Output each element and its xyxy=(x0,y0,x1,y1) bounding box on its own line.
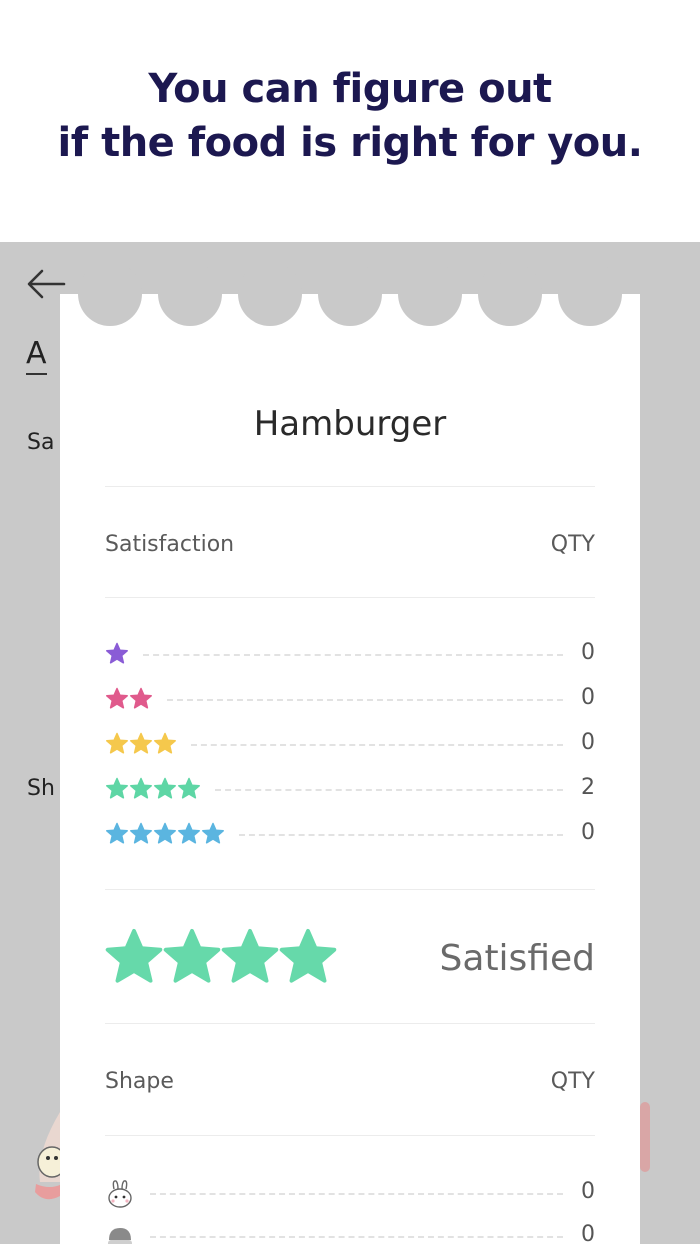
star-icon xyxy=(130,732,152,754)
food-name: Hamburger xyxy=(253,404,447,444)
rating-stars xyxy=(105,642,129,668)
app-screen: A Sa Sh Hamburger Satisfaction QTY 0 0 0 2 0… xyxy=(0,242,700,1244)
divider xyxy=(105,1023,595,1024)
divider xyxy=(105,597,595,598)
star-icon xyxy=(154,822,176,844)
star-icon xyxy=(106,642,128,664)
rating-count: 0 xyxy=(581,730,595,755)
rating-row-3-star: 0 xyxy=(105,730,595,760)
headline-line-2: if the food is right for you. xyxy=(57,120,643,166)
shape-row-bunny: 0 xyxy=(105,1179,595,1209)
star-icon xyxy=(106,777,128,799)
dash-leader xyxy=(143,654,563,656)
overall-rating-label: Satisfied xyxy=(439,938,595,979)
overall-star-icon xyxy=(221,928,279,983)
shape-count: 0 xyxy=(581,1179,595,1204)
shape-row-bun: 0 xyxy=(105,1222,595,1244)
background-satisfaction-label: Sa xyxy=(27,430,55,455)
background-illustration-edge xyxy=(640,1102,650,1172)
overall-star-icon xyxy=(105,928,163,983)
scallop xyxy=(238,262,302,326)
rating-stars xyxy=(105,687,153,713)
headline-line-1: You can figure out xyxy=(148,66,552,112)
star-icon xyxy=(178,777,200,799)
background-shape-label: Sh xyxy=(27,776,55,801)
bun-icon xyxy=(108,1228,132,1244)
star-icon xyxy=(154,777,176,799)
rating-row-1-star: 0 xyxy=(105,640,595,670)
dash-leader xyxy=(191,744,563,746)
headline: You can figure out if the food is right … xyxy=(0,62,700,170)
divider xyxy=(105,486,595,487)
star-icon xyxy=(106,732,128,754)
dash-leader xyxy=(239,834,563,836)
scallop xyxy=(318,262,382,326)
card-scallop-edge xyxy=(60,262,640,326)
scallop xyxy=(478,262,542,326)
bunny-icon xyxy=(108,1180,132,1208)
dash-leader xyxy=(150,1236,563,1238)
shape-count: 0 xyxy=(581,1222,595,1244)
star-icon xyxy=(130,822,152,844)
rating-count: 0 xyxy=(581,820,595,845)
star-icon xyxy=(106,687,128,709)
scallop xyxy=(158,262,222,326)
satisfaction-label: Satisfaction xyxy=(105,532,235,557)
overall-rating-stars xyxy=(103,927,337,991)
scallop xyxy=(398,262,462,326)
rating-row-2-star: 0 xyxy=(105,685,595,715)
divider xyxy=(105,889,595,890)
shape-label: Shape xyxy=(105,1069,174,1094)
rating-row-4-star: 2 xyxy=(105,775,595,805)
shape-qty-label: QTY xyxy=(550,1069,595,1094)
dash-leader xyxy=(150,1193,563,1195)
star-icon xyxy=(154,732,176,754)
rating-count: 0 xyxy=(581,640,595,665)
scallop xyxy=(558,262,622,326)
satisfaction-qty-label: QTY xyxy=(550,532,595,557)
star-icon xyxy=(178,822,200,844)
overall-star-icon xyxy=(279,928,337,983)
rating-count: 0 xyxy=(581,685,595,710)
star-icon xyxy=(106,822,128,844)
rating-row-5-star: 0 xyxy=(105,820,595,850)
rating-stars xyxy=(105,732,177,758)
scallop xyxy=(78,262,142,326)
divider xyxy=(105,1135,595,1136)
star-icon xyxy=(130,777,152,799)
star-icon xyxy=(202,822,224,844)
dash-leader xyxy=(215,789,563,791)
dash-leader xyxy=(167,699,563,701)
overall-star-icon xyxy=(163,928,221,983)
rating-stars xyxy=(105,777,201,803)
background-page-title: A xyxy=(26,336,47,375)
rating-stars xyxy=(105,822,225,848)
star-icon xyxy=(130,687,152,709)
rating-count: 2 xyxy=(581,775,595,800)
